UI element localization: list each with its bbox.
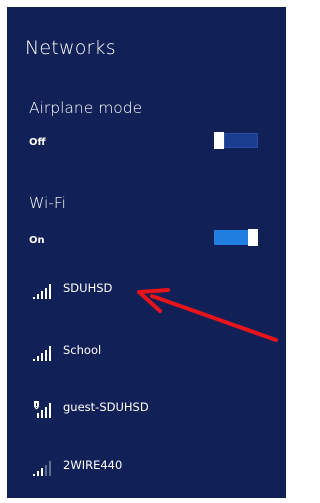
- networks-panel: Networks Airplane mode Off Wi-Fi On SDUH…: [7, 7, 286, 498]
- airplane-mode-label: Airplane mode: [29, 99, 143, 117]
- network-name: guest-SDUHSD: [63, 400, 149, 414]
- wifi-state: On: [29, 235, 45, 246]
- wifi-signal-shield-icon: [34, 401, 51, 418]
- toggle-thumb: [214, 132, 224, 149]
- network-item-school[interactable]: School: [29, 342, 259, 364]
- network-item-2wire440[interactable]: 2WIRE440: [29, 457, 259, 479]
- wifi-toggle[interactable]: [214, 229, 258, 246]
- wifi-signal-icon: [33, 346, 51, 361]
- network-item-sduhsd[interactable]: SDUHSD: [29, 280, 259, 302]
- network-item-guest-sduhsd[interactable]: guest-SDUHSD: [29, 399, 259, 421]
- network-name: SDUHSD: [63, 281, 113, 295]
- wifi-signal-icon: [33, 284, 51, 299]
- airplane-mode-toggle[interactable]: [214, 132, 258, 149]
- network-name: School: [63, 343, 102, 357]
- toggle-thumb: [248, 229, 258, 246]
- network-name: 2WIRE440: [63, 458, 123, 472]
- wifi-signal-icon: [33, 461, 51, 476]
- airplane-mode-state: Off: [29, 137, 46, 148]
- wifi-label: Wi-Fi: [29, 194, 66, 212]
- panel-title: Networks: [25, 37, 116, 59]
